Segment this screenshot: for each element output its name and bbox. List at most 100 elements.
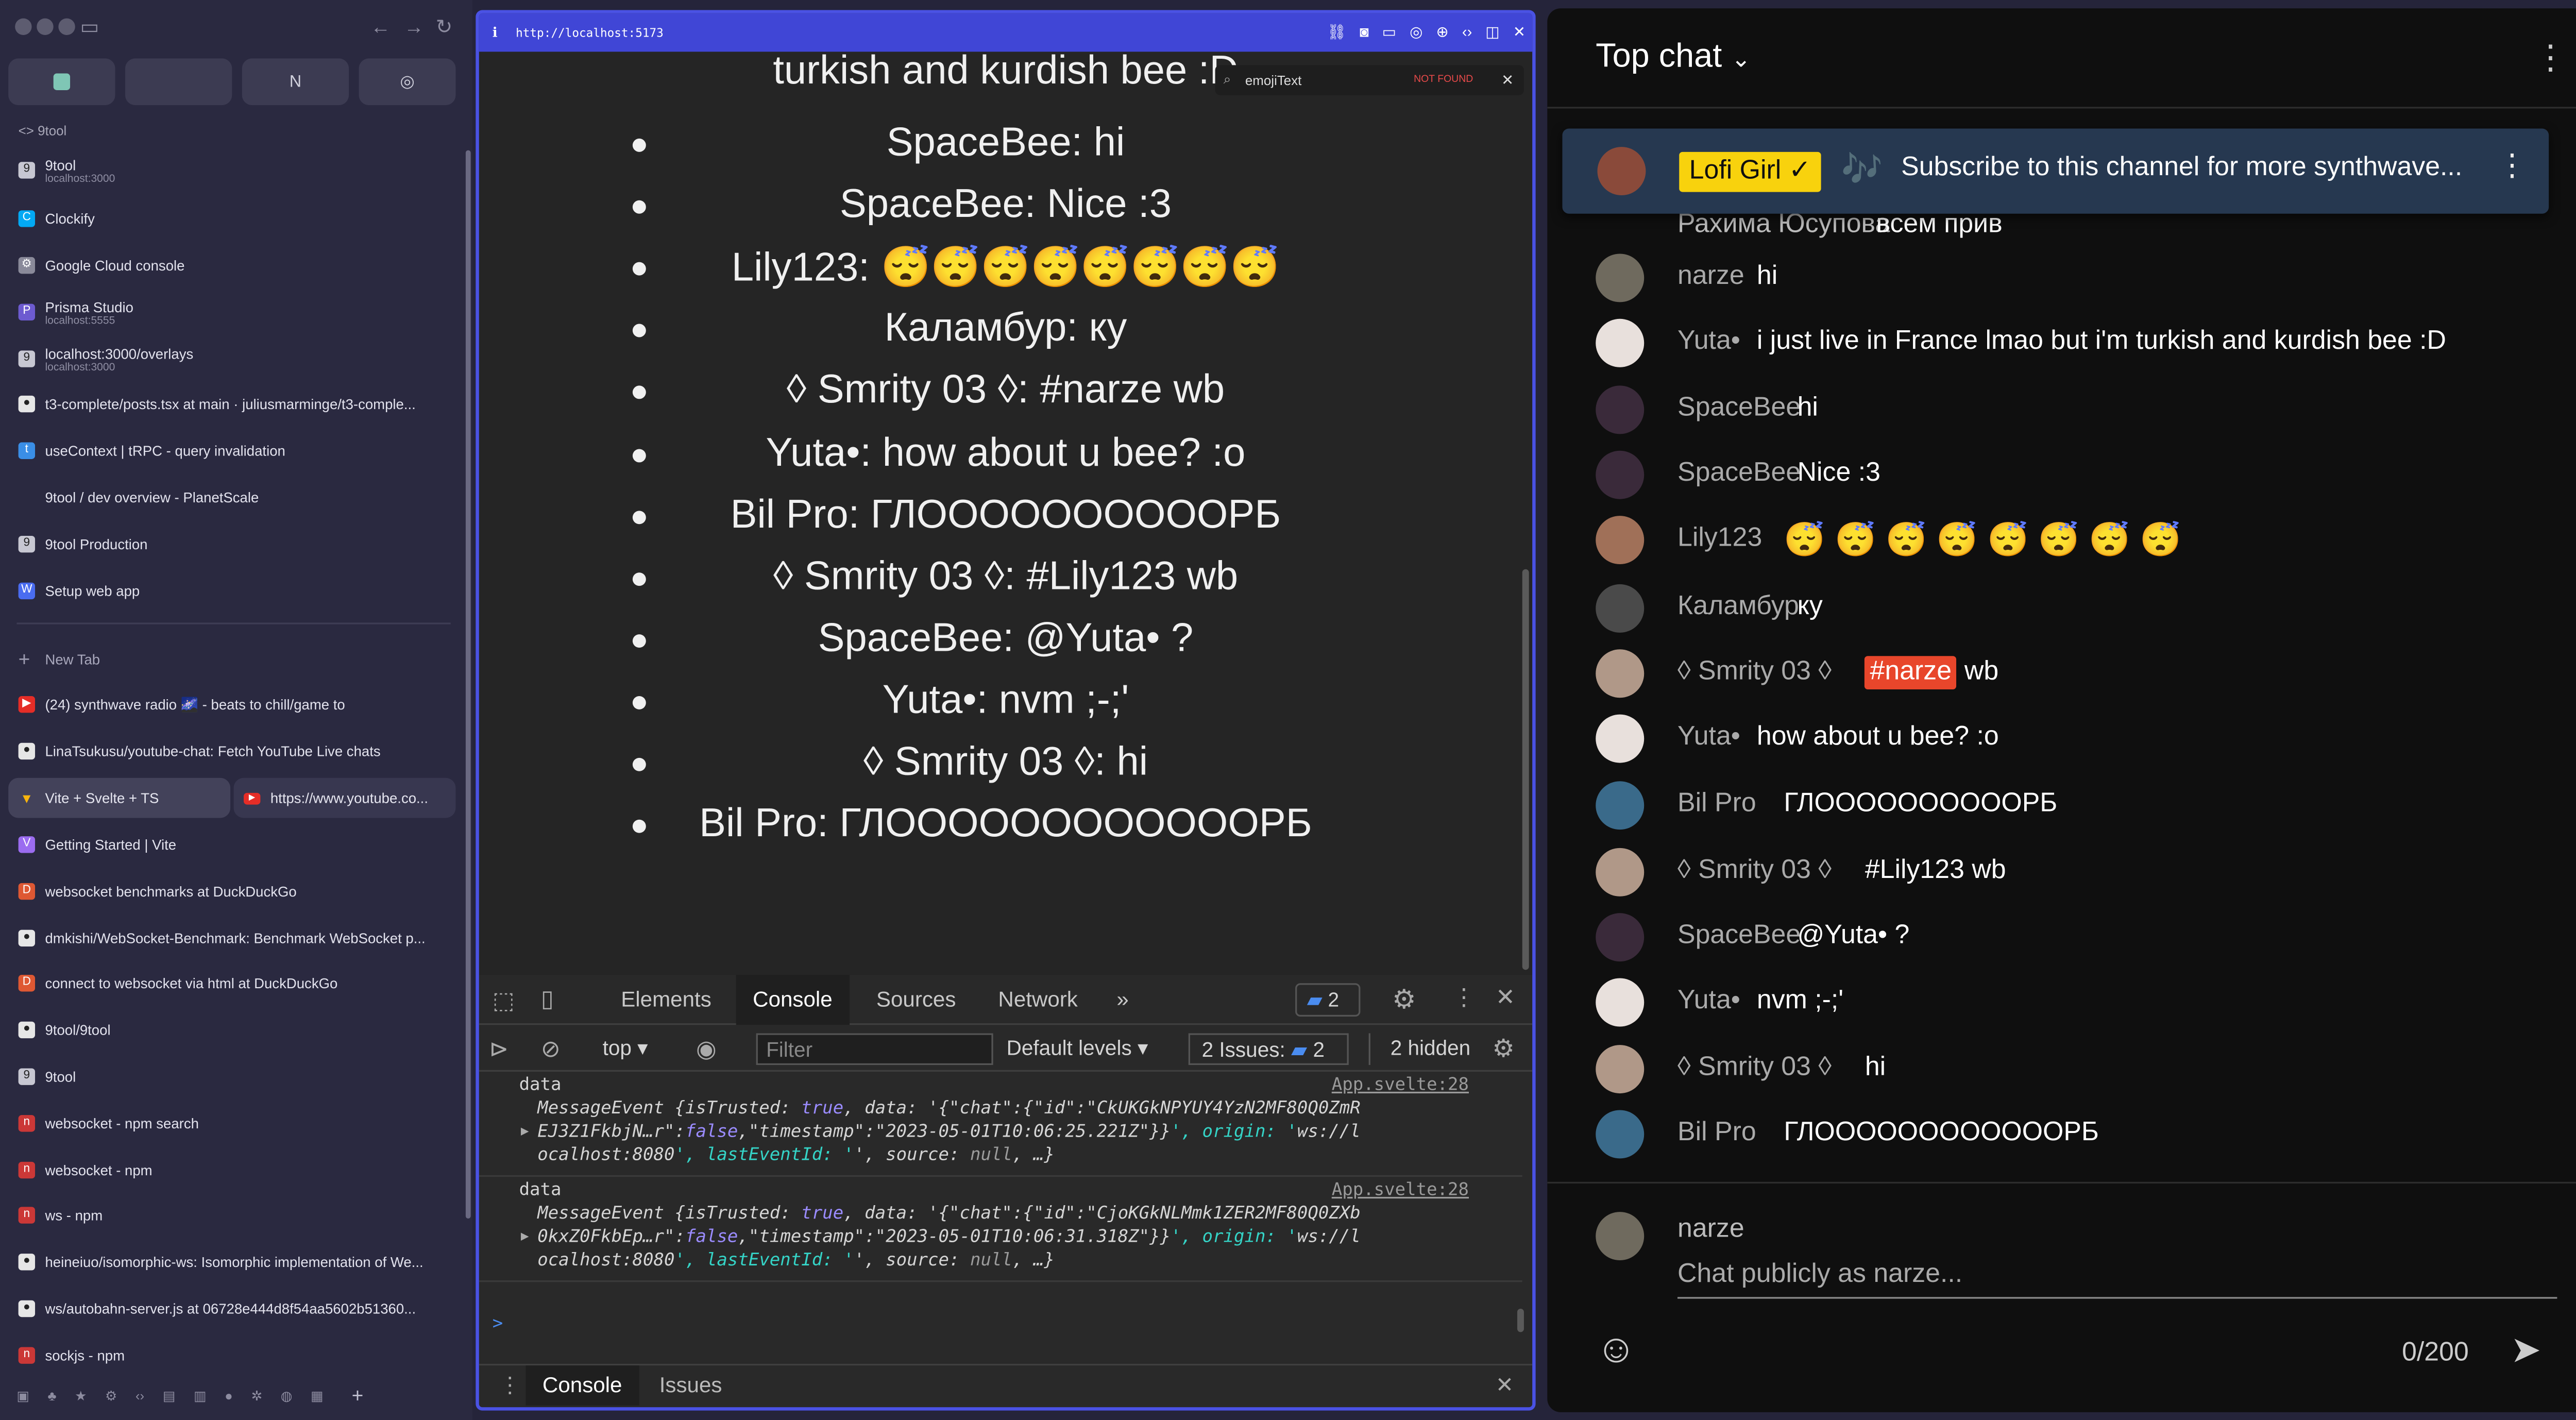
chat-message[interactable]: Yuta• nvm ;-;'	[1547, 970, 2576, 1033]
sidebar-tab-2[interactable]: ⚙ Google Cloud console	[8, 244, 455, 287]
split-icon[interactable]: ◫	[1485, 23, 1500, 42]
kebab-menu-icon[interactable]: ⋮	[1452, 983, 1476, 1011]
kebab-menu-icon[interactable]: ⋮	[2534, 37, 2567, 78]
levels-select[interactable]: Default levels ▾	[1007, 1033, 1148, 1065]
chat-input[interactable]: Chat publicly as narze...	[1677, 1260, 2557, 1299]
camera-icon[interactable]: ◙	[1360, 23, 1369, 42]
console-settings-icon[interactable]: ⚙	[1492, 1033, 1515, 1065]
sidebar-toggle-icon[interactable]: ⊳	[489, 1033, 509, 1065]
pinned-message[interactable]: Lofi Girl ✓ 🎶 Subscribe to this channel …	[1562, 128, 2549, 214]
emoji-icon[interactable]: ☺	[1596, 1327, 1636, 1374]
chat-message[interactable]: Bil Pro ГЛООООООООООРБ	[1547, 773, 2576, 836]
chat-message[interactable]: SpaceBee @Yuta• ?	[1547, 905, 2576, 968]
expand-triangle-icon[interactable]: ▶	[521, 1228, 529, 1243]
log-source-link[interactable]: App.svelte:28	[1332, 1180, 1469, 1201]
chat-icon[interactable]: ▥	[194, 1388, 207, 1403]
sidebar-toggle-icon[interactable]: ▭	[80, 15, 99, 38]
chat-mode-select[interactable]: Top chat ⌄	[1596, 39, 1751, 77]
pinned-tab-3[interactable]: N	[242, 58, 349, 106]
sidebar-tab-more-4[interactable]: ● 9tool/9tool	[8, 1008, 455, 1052]
link-icon[interactable]: ⛓	[1327, 23, 1346, 42]
back-arrow-icon[interactable]: ←	[370, 15, 391, 38]
console-log-entry[interactable]: data App.svelte:28 MessageEvent {isTrusted…	[479, 1177, 1522, 1282]
sidebar-tab-more-7[interactable]: n websocket - npm	[8, 1148, 455, 1191]
sidebar-tab-6[interactable]: t useContext | tRPC - query invalidation	[8, 429, 455, 472]
messages-badge[interactable]: ▰ 2	[1295, 983, 1361, 1017]
inspect-icon[interactable]: ⬚	[493, 987, 515, 1015]
split-tab-right[interactable]: ▶ https://www.youtube.co...	[233, 777, 456, 818]
find-input[interactable]: emojiText	[1245, 73, 1301, 88]
close-window-button[interactable]	[15, 18, 32, 36]
sidebar-tab-more-3[interactable]: Dconnect to websocket via html at DuckDu…	[8, 962, 455, 1005]
chat-message[interactable]: ◊ Smrity 03 ◊ hi	[1547, 1037, 2576, 1100]
settings-icon[interactable]: ⚙	[1392, 983, 1416, 1017]
content-scrollbar[interactable]	[1522, 569, 1529, 970]
code-icon[interactable]: ‹›	[135, 1388, 144, 1403]
sidebar-tab-0[interactable]: 9 9tool localhost:3000	[8, 148, 455, 192]
chat-message[interactable]: Yuta• how about u bee? :o	[1547, 706, 2576, 769]
close-devtools-icon[interactable]: ✕	[1496, 983, 1515, 1011]
sidebar-tab-more-2[interactable]: ● dmkishi/WebSocket-Benchmark: Benchmark …	[8, 916, 455, 959]
extension-icon[interactable]: ♣	[48, 1388, 57, 1403]
chat-message[interactable]: SpaceBee hi	[1547, 377, 2576, 441]
eye-icon[interactable]: ◉	[696, 1033, 717, 1065]
pinned-tab-4[interactable]: ◎	[359, 58, 456, 106]
chat-message[interactable]: SpaceBee Nice :3	[1547, 443, 2576, 506]
dot-icon[interactable]: ●	[225, 1388, 233, 1403]
sidebar-icon[interactable]: ▭	[1382, 23, 1397, 42]
clear-console-icon[interactable]: ⊘	[541, 1033, 561, 1065]
sidebar-tab-more-8[interactable]: n ws - npm	[8, 1194, 455, 1238]
close-icon[interactable]: ✕	[1513, 23, 1526, 42]
sidebar-tab-more-6[interactable]: n websocket - npm search	[8, 1102, 455, 1145]
console-scrollbar[interactable]	[1517, 1309, 1524, 1332]
star-icon[interactable]: ★	[75, 1388, 87, 1403]
filter-input[interactable]: Filter	[756, 1033, 993, 1065]
url-bar[interactable]: ℹ http://localhost:5173 ⛓ ◙ ▭ ◎ ⊕ ‹› ◫ ✕	[479, 13, 1533, 52]
sidebar-scrollbar[interactable]	[465, 150, 471, 1219]
send-icon[interactable]: ➤	[2511, 1329, 2541, 1372]
grid-icon[interactable]: ▦	[311, 1388, 324, 1403]
sidebar-tab-more-10[interactable]: ● ws/autobahn-server.js at 06728e444d8f54…	[8, 1287, 455, 1330]
minimize-window-button[interactable]	[37, 18, 54, 36]
library-icon[interactable]: ▣	[16, 1388, 29, 1403]
expand-triangle-icon[interactable]: ▶	[521, 1123, 529, 1138]
chat-message[interactable]: Lily123 😴 😴 😴 😴 😴 😴 😴 😴	[1547, 508, 2576, 571]
gear-icon[interactable]: ✲	[251, 1388, 262, 1403]
url-text[interactable]: http://localhost:5173	[516, 26, 664, 39]
reload-icon[interactable]: ↻	[436, 15, 453, 38]
sidebar-tab-3[interactable]: P Prisma Studio localhost:5555	[8, 291, 455, 334]
sidebar-tab-recent-0[interactable]: ▶ (24) synthwave radio 🌌 - beats to chill…	[8, 683, 455, 726]
context-select[interactable]: top ▾	[603, 1033, 648, 1065]
sidebar-tab-more-0[interactable]: V Getting Started | Vite	[8, 823, 455, 866]
space-icon[interactable]: ▤	[163, 1388, 176, 1403]
tab-elements[interactable]: Elements	[604, 975, 728, 1025]
close-icon[interactable]: ✕	[1501, 71, 1514, 90]
sidebar-tab-4[interactable]: 9 localhost:3000/overlays localhost:3000	[8, 337, 455, 380]
tab-sources[interactable]: Sources	[859, 975, 972, 1025]
sidebar-tab-more-9[interactable]: ● heineiuo/isomorphic-ws: Isomorphic impl…	[8, 1241, 455, 1284]
log-source-link[interactable]: App.svelte:28	[1332, 1075, 1469, 1095]
drawer-tab-console[interactable]: Console	[526, 1365, 639, 1406]
chat-message[interactable]: ◊ Smrity 03 ◊ #Lily123 wb	[1547, 840, 2576, 903]
close-drawer-icon[interactable]: ✕	[1496, 1372, 1514, 1399]
forward-arrow-icon[interactable]: →	[404, 15, 424, 38]
chat-message[interactable]: narze hi	[1547, 245, 2576, 309]
sidebar-tab-1[interactable]: C Clockify	[8, 197, 455, 240]
tab-console[interactable]: Console	[736, 975, 850, 1025]
extension-icon[interactable]: ◎	[1410, 23, 1422, 42]
drawer-tab-issues[interactable]: Issues	[642, 1365, 739, 1406]
chat-message[interactable]: Bil Pro ГЛООООООООООООРБ	[1547, 1102, 2576, 1165]
chat-message[interactable]: ◊ Smrity 03 ◊ #narze wb	[1547, 641, 2576, 704]
add-space-icon[interactable]: +	[352, 1384, 364, 1407]
pinned-tab-1[interactable]	[8, 58, 115, 106]
mention-chip[interactable]: #narze	[1865, 656, 1957, 690]
new-tab-button[interactable]: + New Tab	[8, 638, 455, 681]
more-tabs-button[interactable]: »	[1100, 975, 1145, 1025]
find-bar[interactable]: ⌕ emojiText NOT FOUND ✕	[1215, 65, 1524, 95]
globe-icon[interactable]: ◍	[281, 1388, 293, 1403]
target-icon[interactable]: ⊕	[1436, 23, 1448, 42]
sidebar-tab-more-11[interactable]: n sockjs - npm	[8, 1333, 455, 1377]
sidebar-tab-more-5[interactable]: 9 9tool	[8, 1055, 455, 1098]
sidebar-tab-7[interactable]: 9tool / dev overview - PlanetScale	[8, 476, 455, 519]
console-log-entry[interactable]: data App.svelte:28 MessageEvent {isTrusted…	[479, 1072, 1522, 1177]
